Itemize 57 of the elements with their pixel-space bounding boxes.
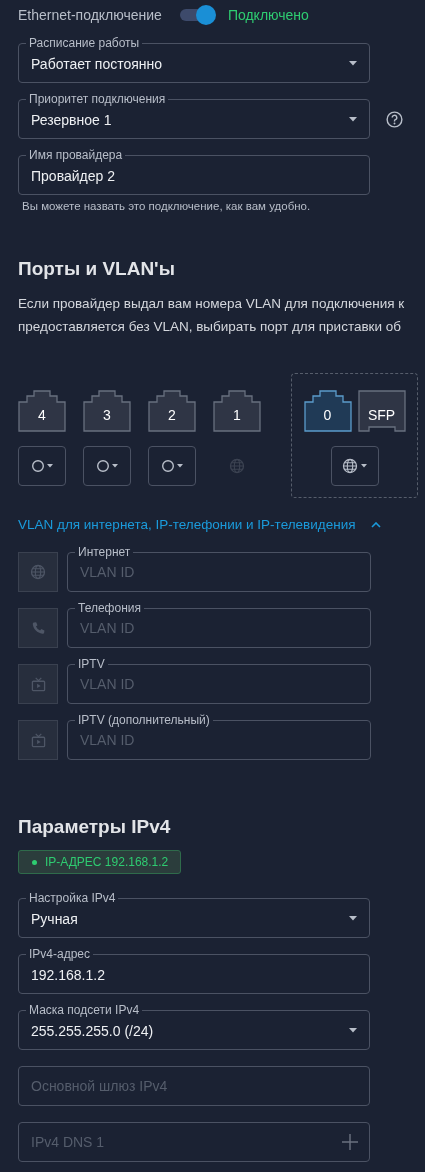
phone-icon xyxy=(18,608,58,648)
field-label: Телефония xyxy=(75,601,144,615)
field-value: 192.168.1.2 xyxy=(31,966,105,983)
globe-icon xyxy=(342,458,358,474)
caret-icon xyxy=(176,464,183,468)
description-text: Если провайдер выдал вам номера VLAN для подключения к xyxy=(18,295,406,313)
vlan-section-toggle[interactable]: VLAN для интернета, IP-телефонии и IP-телевидения xyxy=(18,517,381,532)
ethernet-port[interactable]: 1 xyxy=(213,390,261,432)
globe-icon xyxy=(229,458,245,474)
port-mode-select[interactable] xyxy=(18,446,66,486)
badge-text: IP-АДРЕС 192.168.1.2 xyxy=(45,855,169,869)
caret-icon xyxy=(46,464,53,468)
field-label: Интернет xyxy=(75,545,134,559)
input-field[interactable]: IPv4 DNS 1 xyxy=(18,1122,370,1162)
field-value: 255.255.255.0 (/24) xyxy=(31,1022,154,1039)
field-value: Резервное 1 xyxy=(31,111,112,128)
caret-icon xyxy=(349,1028,357,1033)
field-label: Настройка IPv4 xyxy=(26,891,119,905)
tv-icon xyxy=(18,664,58,704)
ethernet-port[interactable]: 4 xyxy=(18,390,66,432)
caret-icon xyxy=(111,464,118,468)
caret-icon xyxy=(361,464,367,468)
sfp-port[interactable]: SFP xyxy=(357,390,406,432)
ethernet-port[interactable]: 3 xyxy=(83,390,131,432)
field-label: Имя провайдера xyxy=(26,148,126,162)
circle-icon xyxy=(31,460,44,472)
field-label: IPv4-адрес xyxy=(26,947,94,961)
help-icon[interactable] xyxy=(386,110,403,128)
globe-icon xyxy=(18,552,58,592)
connection-label: Ethernet-подключение xyxy=(18,7,162,23)
field-value: Провайдер 2 xyxy=(31,167,115,184)
circle-icon xyxy=(96,460,109,472)
field-label: IPTV xyxy=(75,657,108,671)
field-label: IPTV (дополнительный) xyxy=(75,713,213,727)
port-mode-select[interactable] xyxy=(148,446,196,486)
hint-text: Вы можете назвать это подключение, как вам удобно. xyxy=(22,200,312,212)
field-label: Маска подсети IPv4 xyxy=(26,1003,143,1017)
section-heading: Параметры IPv4 xyxy=(18,816,172,838)
circle-icon xyxy=(161,460,174,472)
port-mode-select[interactable] xyxy=(83,446,131,486)
caret-icon xyxy=(349,916,357,921)
chevron-icon xyxy=(370,521,381,528)
tv-icon xyxy=(18,720,58,760)
connection-status: Подключено xyxy=(227,7,309,23)
port-mode-select[interactable] xyxy=(330,446,379,486)
field-value: Работает постоянно xyxy=(31,55,163,72)
input-field[interactable]: Основной шлюз IPv4 xyxy=(18,1066,370,1106)
caret-icon xyxy=(349,117,357,122)
section-heading: Порты и VLAN'ы xyxy=(18,258,176,280)
ethernet-port[interactable]: 0 xyxy=(303,390,352,432)
field-value: Ручная xyxy=(31,910,78,927)
field-label: Приоритет подключения xyxy=(26,92,169,106)
ethernet-port[interactable]: 2 xyxy=(148,390,196,432)
field-label: Расписание работы xyxy=(26,36,143,50)
description-text: предоставляется без VLAN, выбирать порт для приставки об xyxy=(18,318,403,336)
plus-icon[interactable] xyxy=(342,1134,358,1150)
caret-icon xyxy=(349,61,357,66)
